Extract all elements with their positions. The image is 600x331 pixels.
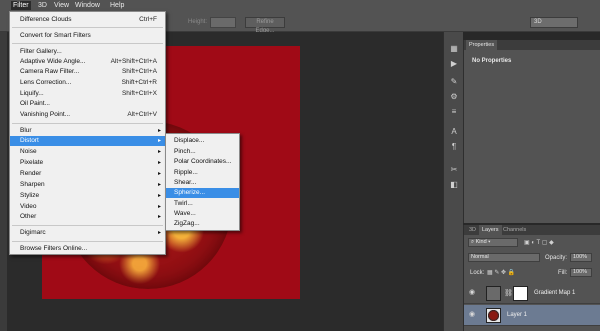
- submenu-item-spherize[interactable]: Spherize...: [166, 188, 239, 198]
- distort-submenu: Displace... Pinch... Polar Coordinates..…: [165, 133, 240, 231]
- submenu-arrow-icon: ▸: [157, 149, 161, 155]
- menu-item-adaptive-wide-angle[interactable]: Adaptive Wide Angle... Alt+Shift+Ctrl+A: [10, 57, 165, 67]
- submenu-arrow-icon: ▸: [157, 204, 161, 210]
- submenu-item-ripple[interactable]: Ripple...: [166, 168, 239, 178]
- menu-item-blur[interactable]: Blur ▸: [10, 126, 165, 136]
- no-properties-text: No Properties: [472, 58, 512, 64]
- menu-item-oil-paint[interactable]: Oil Paint...: [10, 99, 165, 109]
- submenu-arrow-icon: ▸: [157, 193, 161, 199]
- layers-tabbar: 3D Layers Channels: [464, 225, 600, 235]
- submenu-arrow-icon: ▸: [157, 171, 161, 177]
- menu-separator: [12, 225, 163, 226]
- menu-item-digimarc[interactable]: Digimarc ▸: [10, 228, 165, 238]
- search-icon: ⌕: [471, 239, 475, 245]
- submenu-arrow-icon: ▸: [157, 214, 161, 220]
- menu-item-pixelate[interactable]: Pixelate ▸: [10, 158, 165, 168]
- eye-icon[interactable]: ◉: [469, 311, 477, 318]
- submenu-item-polar-coordinates[interactable]: Polar Coordinates...: [166, 157, 239, 167]
- tab-channels[interactable]: Channels: [500, 225, 529, 235]
- lock-label: Lock:: [470, 270, 485, 276]
- submenu-arrow-icon: ▸: [157, 182, 161, 188]
- menu-separator: [12, 241, 163, 242]
- submenu-arrow-icon: ▸: [157, 128, 161, 134]
- brush-icon[interactable]: ✎: [448, 77, 460, 87]
- tab-layers[interactable]: Layers: [479, 225, 502, 235]
- character-icon[interactable]: A: [448, 127, 460, 137]
- menu-item-lens-correction[interactable]: Lens Correction... Shift+Ctrl+R: [10, 78, 165, 88]
- submenu-item-twirl[interactable]: Twirl...: [166, 199, 239, 209]
- properties-tabbar: Properties: [464, 40, 600, 50]
- menu-item-filter-gallery[interactable]: Filter Gallery...: [10, 47, 165, 57]
- paragraph-icon[interactable]: ¶: [448, 142, 460, 152]
- menu-item-render[interactable]: Render ▸: [10, 169, 165, 179]
- tool-presets-icon[interactable]: ≡: [448, 107, 460, 117]
- adjustment-thumbnail: [486, 286, 501, 301]
- blend-mode-select[interactable]: Normal: [468, 253, 540, 262]
- menu-separator: [12, 43, 163, 44]
- actions-icon[interactable]: ▶: [448, 59, 460, 69]
- submenu-arrow-icon: ▸: [157, 230, 161, 236]
- height-label: Height:: [188, 19, 208, 25]
- submenu-item-wave[interactable]: Wave...: [166, 209, 239, 219]
- layer-row[interactable]: ◉ Layer 1: [464, 305, 600, 326]
- submenu-item-zigzag[interactable]: ZigZag...: [166, 219, 239, 229]
- properties-panel: Properties No Properties: [463, 40, 600, 223]
- layer-row[interactable]: ◉ ⛓ Gradient Map 1: [464, 283, 600, 304]
- eye-icon[interactable]: ◉: [469, 289, 477, 296]
- menu-filter[interactable]: Filter: [11, 1, 31, 10]
- refine-edge-button[interactable]: Refine Edge...: [245, 17, 285, 34]
- menu-item-noise[interactable]: Noise ▸: [10, 147, 165, 157]
- layer-name: Layer 1: [507, 312, 528, 318]
- mask-thumbnail: [513, 286, 528, 301]
- tab-3d[interactable]: 3D: [466, 225, 479, 235]
- menu-separator: [12, 123, 163, 124]
- submenu-arrow-icon: ▸: [157, 138, 161, 144]
- submenu-arrow-icon: ▸: [157, 160, 161, 166]
- tab-properties[interactable]: Properties: [466, 40, 498, 50]
- lock-icons[interactable]: ▦ ✎ ✥ 🔒: [487, 269, 515, 276]
- menu-item-convert-smart-filters[interactable]: Convert for Smart Filters: [10, 31, 165, 41]
- height-field[interactable]: [210, 17, 236, 28]
- link-icon: ⛓: [504, 290, 513, 297]
- workspace-select[interactable]: 3D: [530, 17, 578, 28]
- opacity-field[interactable]: 100%: [570, 253, 592, 262]
- layer-name: Gradient Map 1: [534, 290, 576, 296]
- menu-item-video[interactable]: Video ▸: [10, 202, 165, 212]
- menu-item-liquify[interactable]: Liquify... Shift+Ctrl+X: [10, 89, 165, 99]
- filter-menu: Difference Clouds Ctrl+F Convert for Smar…: [9, 11, 166, 255]
- panel-icon-column: ▦ ▶ ✎ ⚙ ≡ A ¶ ✂ ◧: [443, 32, 463, 331]
- menu-item-other[interactable]: Other ▸: [10, 212, 165, 222]
- menu-help[interactable]: Help: [108, 1, 126, 10]
- menu-item-stylize[interactable]: Stylize ▸: [10, 191, 165, 201]
- menu-item-browse-filters-online[interactable]: Browse Filters Online...: [10, 244, 165, 254]
- fill-label: Fill:: [558, 270, 568, 276]
- fill-field[interactable]: 100%: [570, 268, 592, 277]
- menu-bar: Filter 3D View Window Help: [0, 0, 600, 11]
- tools-strip: [0, 32, 7, 331]
- clone-source-icon[interactable]: ⚙: [448, 92, 460, 102]
- opacity-label: Opacity:: [545, 255, 568, 261]
- menu-item-vanishing-point[interactable]: Vanishing Point... Alt+Ctrl+V: [10, 110, 165, 120]
- tools-icon[interactable]: ✂: [448, 165, 460, 175]
- menu-item-distort[interactable]: Distort ▸: [10, 136, 165, 146]
- submenu-item-displace[interactable]: Displace...: [166, 136, 239, 146]
- menu-window[interactable]: Window: [73, 1, 102, 10]
- kind-filter-label: Kind: [475, 239, 487, 245]
- menu-view[interactable]: View: [52, 1, 71, 10]
- menu-separator: [12, 27, 163, 28]
- menu-item-difference-clouds[interactable]: Difference Clouds Ctrl+F: [10, 15, 165, 25]
- menu-item-sharpen[interactable]: Sharpen ▸: [10, 180, 165, 190]
- submenu-item-shear[interactable]: Shear...: [166, 178, 239, 188]
- history-icon[interactable]: ▦: [448, 44, 460, 54]
- filter-icons[interactable]: ▣ ◐ T ▢ ◆: [524, 239, 554, 246]
- layers-panel: 3D Layers Channels ⌕ Kind ▾ ▣ ◐ T ▢ ◆ No…: [463, 225, 600, 331]
- submenu-item-pinch[interactable]: Pinch...: [166, 147, 239, 157]
- adjust-icon[interactable]: ◧: [448, 180, 460, 190]
- menu-item-camera-raw[interactable]: Camera Raw Filter... Shift+Ctrl+A: [10, 67, 165, 77]
- layer-thumbnail: [486, 308, 501, 323]
- menu-3d[interactable]: 3D: [36, 1, 49, 10]
- layer-kind-filter[interactable]: ⌕ Kind ▾: [468, 238, 518, 247]
